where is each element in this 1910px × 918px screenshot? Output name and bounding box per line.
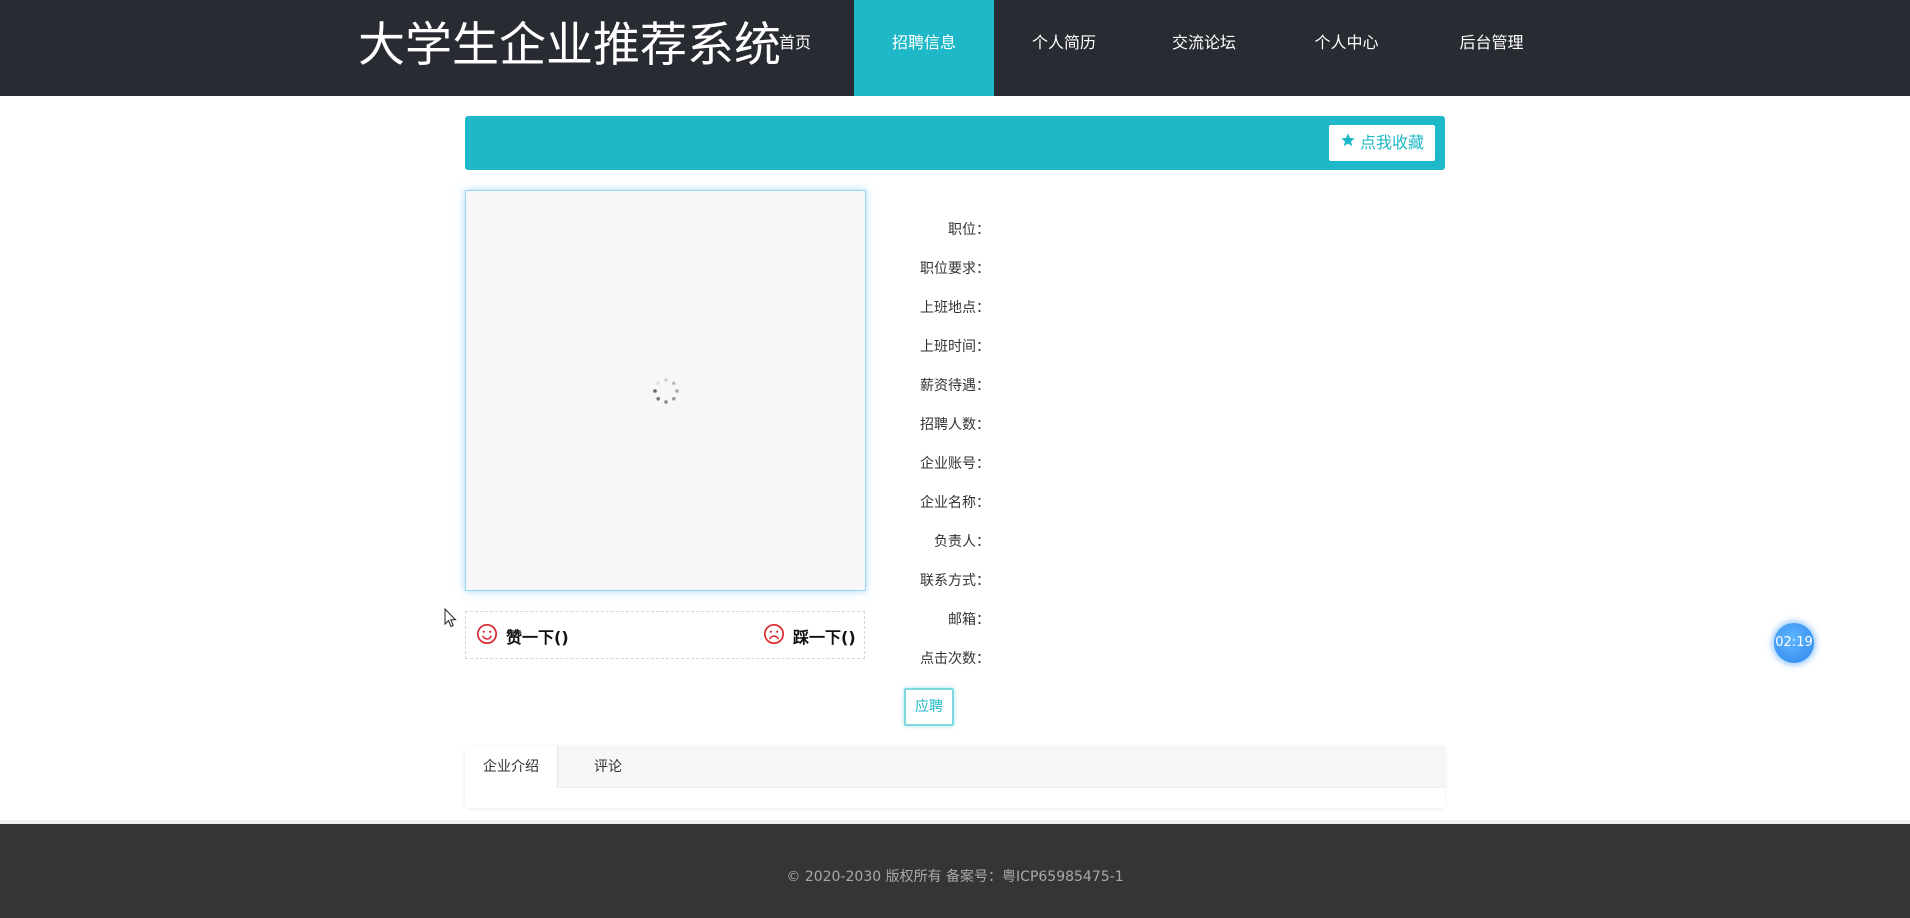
- field-company-name: 企业名称：: [920, 495, 990, 511]
- field-email: 邮箱：: [948, 612, 990, 628]
- field-location: 上班地点：: [920, 300, 990, 316]
- page: 大学生企业推荐系统 首页 招聘信息 个人简历 交流论坛 个人中心 后台管理 点我…: [0, 0, 1910, 918]
- field-work-time: 上班时间：: [920, 339, 990, 355]
- field-contact-person: 负责人：: [934, 534, 990, 550]
- timer-badge[interactable]: 02:19: [1772, 621, 1816, 665]
- star-icon: [1340, 125, 1356, 161]
- field-company-account: 企业账号：: [920, 456, 990, 472]
- field-click-count: 点击次数：: [920, 651, 990, 667]
- nav-item-resume[interactable]: 个人简历: [994, 0, 1134, 96]
- field-contact: 联系方式：: [920, 573, 990, 589]
- vote-box: 赞一下() 踩一下(): [465, 611, 865, 659]
- dislike-label: 踩一下(): [793, 628, 856, 647]
- tab-comments[interactable]: 评论: [558, 746, 658, 788]
- smile-icon: [476, 623, 498, 649]
- nav-item-forum[interactable]: 交流论坛: [1134, 0, 1274, 96]
- spinner-icon: [653, 378, 679, 404]
- like-label: 赞一下(): [506, 628, 569, 647]
- apply-button[interactable]: 应聘: [904, 688, 954, 726]
- field-salary: 薪资待遇：: [920, 378, 990, 394]
- nav-item-jobs[interactable]: 招聘信息: [854, 0, 994, 96]
- nav-item-home[interactable]: 首页: [736, 0, 854, 96]
- top-header: 大学生企业推荐系统 首页 招聘信息 个人简历 交流论坛 个人中心 后台管理: [0, 0, 1910, 96]
- site-logo[interactable]: 大学生企业推荐系统: [358, 18, 781, 74]
- tab-strip: 企业介绍 评论: [465, 746, 1445, 788]
- job-title-bar: 点我收藏: [465, 116, 1445, 170]
- field-headcount: 招聘人数：: [920, 417, 990, 433]
- footer-copyright: © 2020-2030 版权所有 备案号：粤ICP65985475-1: [786, 869, 1124, 885]
- job-image: [465, 190, 866, 591]
- like-button[interactable]: 赞一下(): [476, 623, 569, 649]
- main-nav: 首页 招聘信息 个人简历 交流论坛 个人中心 后台管理: [736, 0, 1564, 96]
- mouse-cursor-icon: [444, 608, 457, 628]
- nav-item-admin[interactable]: 后台管理: [1419, 0, 1564, 96]
- field-requirements: 职位要求：: [920, 261, 990, 277]
- frown-icon: [763, 623, 785, 649]
- field-position: 职位：: [948, 222, 990, 238]
- detail-tabs: 企业介绍 评论: [465, 746, 1445, 808]
- footer: © 2020-2030 版权所有 备案号：粤ICP65985475-1: [0, 820, 1910, 918]
- dislike-button[interactable]: 踩一下(): [763, 623, 856, 649]
- favorite-label: 点我收藏: [1359, 133, 1424, 152]
- nav-item-profile[interactable]: 个人中心: [1274, 0, 1419, 96]
- favorite-button[interactable]: 点我收藏: [1328, 125, 1435, 161]
- job-info-list: 职位： 职位要求： 上班地点： 上班时间： 薪资待遇： 招聘人数： 企业账号： …: [880, 211, 990, 679]
- tab-company-intro[interactable]: 企业介绍: [465, 746, 558, 788]
